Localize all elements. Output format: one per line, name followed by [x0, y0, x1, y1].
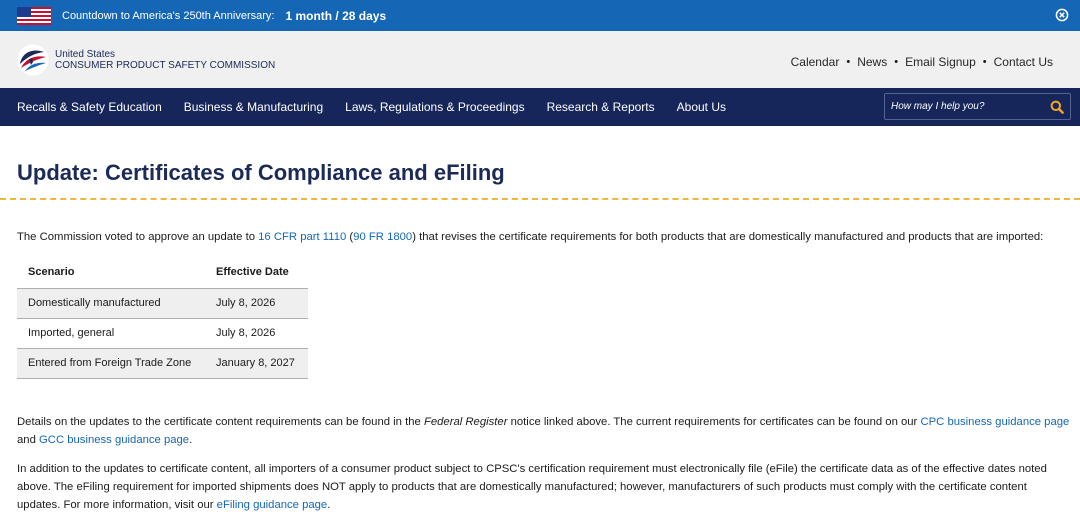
anniversary-banner: Countdown to America's 250th Anniversary…	[0, 0, 1080, 31]
utility-link-email-signup[interactable]: Email Signup	[905, 55, 976, 69]
banner-label: Countdown to America's 250th Anniversary…	[62, 9, 275, 22]
utility-separator: •	[982, 56, 987, 68]
nav-item-laws[interactable]: Laws, Regulations & Proceedings	[334, 100, 535, 114]
cpsc-logo[interactable]	[17, 44, 49, 76]
intro-paragraph: The Commission voted to approve an updat…	[17, 231, 1043, 243]
link-90-fr-1800[interactable]: 90 FR 1800	[353, 231, 412, 243]
effective-date-cell: January 8, 2027	[205, 348, 308, 379]
effective-dates-table: Scenario Effective Date Domestically man…	[17, 257, 308, 379]
scenario-cell: Domestically manufactured	[17, 288, 205, 319]
table-header-row: Scenario Effective Date	[17, 257, 308, 289]
table-row: Imported, general July 8, 2026	[17, 318, 308, 349]
link-16-cfr-1110[interactable]: 16 CFR part 1110	[258, 231, 346, 243]
utility-link-calendar[interactable]: Calendar	[791, 55, 840, 69]
nav-item-recalls[interactable]: Recalls & Safety Education	[0, 100, 173, 114]
site-header: United States CONSUMER PRODUCT SAFETY CO…	[0, 31, 1080, 88]
close-icon[interactable]	[1055, 8, 1069, 22]
nav-item-about[interactable]: About Us	[666, 100, 737, 114]
effective-date-cell: July 8, 2026	[205, 318, 308, 349]
nav-item-research[interactable]: Research & Reports	[536, 100, 666, 114]
effective-date-cell: July 8, 2026	[205, 288, 308, 319]
scenario-cell: Entered from Foreign Trade Zone	[17, 348, 205, 379]
paragraph-text: .	[327, 499, 331, 511]
paragraph-text: In addition to the updates to certificat…	[17, 463, 1047, 511]
link-efiling-guidance[interactable]: eFiling guidance page	[217, 499, 328, 511]
page-title: Update: Certificates of Compliance and e…	[17, 160, 505, 185]
paragraph-text: notice linked above. The current require…	[507, 416, 921, 428]
table-row: Domestically manufactured July 8, 2026	[17, 288, 308, 319]
scenario-cell: Imported, general	[17, 318, 205, 349]
table-row: Entered from Foreign Trade Zone January …	[17, 348, 308, 379]
intro-text: ) that revises the certificate requireme…	[412, 231, 1044, 243]
banner-countdown: 1 month / 28 days	[285, 8, 387, 23]
utility-link-contact-us[interactable]: Contact Us	[994, 55, 1053, 69]
agency-line-1: United States	[55, 48, 116, 60]
link-gcc-guidance[interactable]: GCC business guidance page	[39, 434, 189, 446]
title-divider	[0, 198, 1080, 200]
paragraph-text: .	[189, 434, 193, 446]
link-cpc-guidance[interactable]: CPC business guidance page	[920, 416, 1069, 428]
federal-register-term: Federal Register	[423, 416, 508, 428]
column-header-effective-date: Effective Date	[205, 257, 308, 289]
search-icon	[1050, 100, 1064, 114]
primary-nav: Recalls & Safety Education Business & Ma…	[0, 88, 1080, 126]
search-button[interactable]	[1044, 94, 1070, 119]
paragraph-text: and	[17, 434, 39, 446]
details-paragraph: Details on the updates to the certificat…	[17, 413, 1073, 449]
efiling-paragraph: In addition to the updates to certificat…	[17, 460, 1073, 514]
search-box	[884, 93, 1071, 120]
column-header-scenario: Scenario	[17, 257, 205, 289]
paragraph-text: Details on the updates to the certificat…	[17, 416, 424, 428]
utility-separator: •	[846, 56, 851, 68]
us-flag-icon	[17, 6, 51, 25]
utility-link-news[interactable]: News	[857, 55, 887, 69]
intro-text: The Commission voted to approve an updat…	[17, 231, 259, 243]
search-input[interactable]	[885, 94, 1044, 119]
nav-item-business[interactable]: Business & Manufacturing	[173, 100, 334, 114]
utility-nav: Calendar • News • Email Signup • Contact…	[791, 55, 1053, 69]
agency-line-2: CONSUMER PRODUCT SAFETY COMMISSION	[55, 59, 276, 71]
utility-separator: •	[894, 56, 899, 68]
agency-name[interactable]: United States CONSUMER PRODUCT SAFETY CO…	[55, 49, 275, 71]
